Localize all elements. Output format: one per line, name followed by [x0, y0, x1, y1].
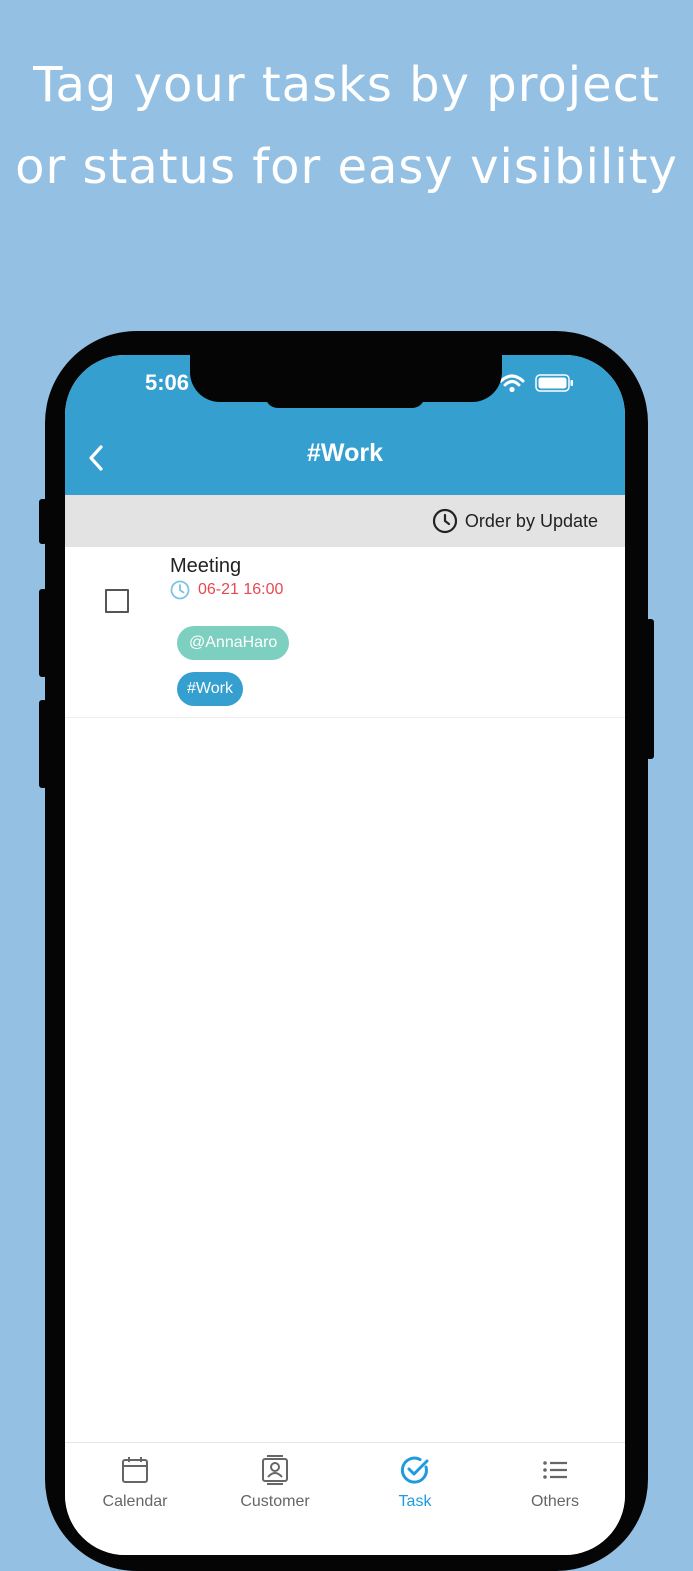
calendar-icon [122, 1457, 148, 1483]
task-checkbox[interactable] [105, 589, 129, 613]
tag-chip[interactable]: #Work [177, 672, 243, 706]
clock-icon [432, 508, 458, 534]
task-due-date: 06-21 16:00 [198, 581, 284, 598]
promo-line-2: or status for easy visibility [15, 139, 678, 195]
list-icon [543, 1461, 567, 1479]
order-by-update-button[interactable]: Order by Update [432, 508, 598, 534]
task-row[interactable]: Meeting 06-21 16:00 @AnnaHaro #Work [65, 547, 625, 718]
wifi-icon [499, 373, 525, 397]
tab-calendar[interactable]: Calendar [65, 1453, 205, 1511]
tab-label: Others [530, 1493, 579, 1510]
assignee-chip[interactable]: @AnnaHaro [177, 626, 290, 660]
tab-bar: Calendar Customer Task Others [65, 1442, 625, 1555]
task-due: 06-21 16:00 [170, 580, 283, 600]
sort-label: Order by Update [464, 510, 598, 531]
page-title: #Work [307, 439, 383, 467]
sort-bar: Order by Update [65, 495, 625, 547]
promo-line-1: Tag your tasks by project [33, 57, 660, 113]
tab-task[interactable]: Task [345, 1453, 485, 1511]
app-header: 5:06 #Work [65, 355, 625, 495]
status-icons [499, 373, 575, 397]
phone-side-button [39, 499, 47, 544]
phone-power-button [646, 619, 654, 759]
notch-speaker [265, 395, 425, 408]
tab-label: Task [398, 1493, 432, 1510]
tab-customer[interactable]: Customer [205, 1453, 345, 1511]
task-title: Meeting [170, 555, 242, 577]
check-circle-icon [400, 1456, 429, 1484]
battery-icon [535, 373, 575, 397]
clock-icon [170, 580, 190, 600]
phone-screen: 5:06 #Work Order by Update Meeting 06-21… [65, 355, 625, 1555]
tab-others[interactable]: Others [485, 1453, 625, 1511]
contact-card-icon [262, 1455, 288, 1485]
promo-headline: Tag your tasks by project or status for … [0, 44, 693, 208]
status-time: 5:06 [145, 370, 190, 395]
tab-label: Calendar [102, 1493, 168, 1510]
phone-volume-down [39, 700, 47, 788]
phone-volume-up [39, 589, 47, 677]
tab-label: Customer [240, 1493, 310, 1510]
